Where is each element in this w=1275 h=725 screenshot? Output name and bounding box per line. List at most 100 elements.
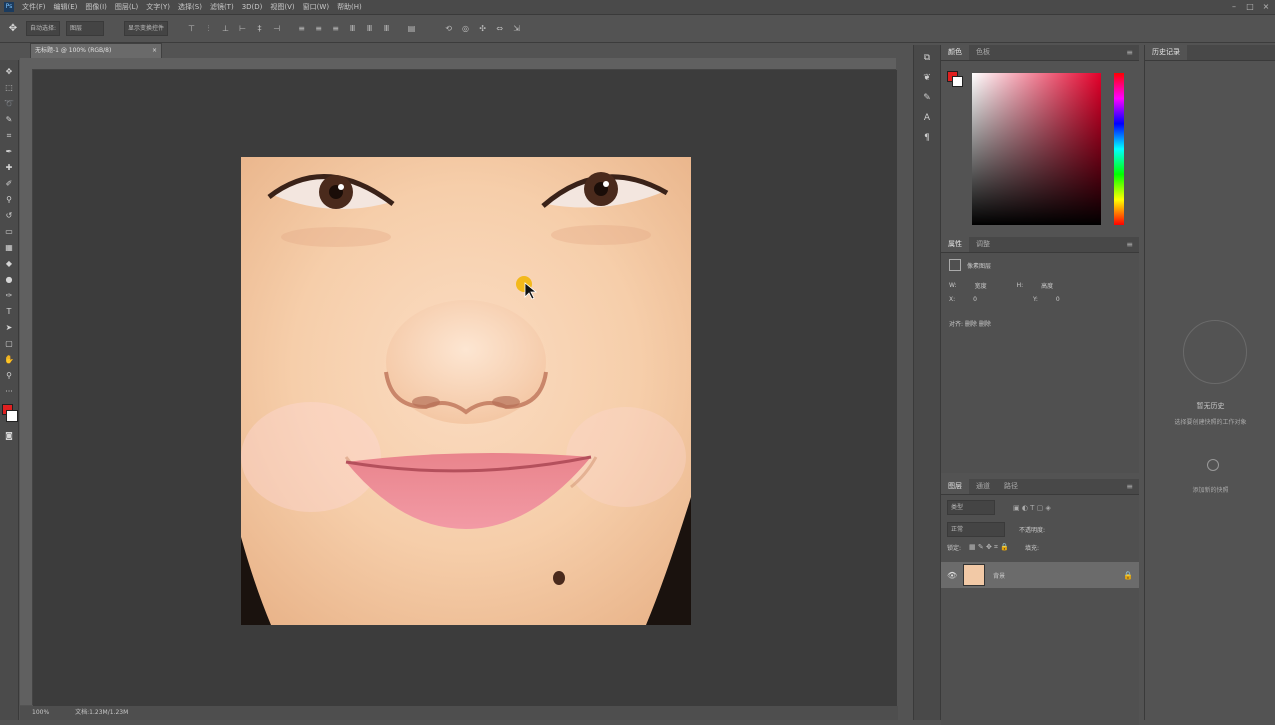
tab-paths[interactable]: 路径 (997, 479, 1025, 494)
auto-select-checkbox[interactable]: 自动选择: (26, 21, 61, 36)
bg-color-chip[interactable] (952, 76, 963, 87)
auto-align-icon[interactable]: ▤ (406, 23, 417, 34)
menu-view[interactable]: 视图(V) (270, 0, 294, 14)
menu-3d[interactable]: 3D(D) (242, 0, 263, 14)
document-image[interactable] (241, 157, 691, 625)
shape-tool-icon[interactable]: ▢ (0, 338, 18, 350)
snapshot-icon[interactable] (1207, 459, 1219, 471)
horizontal-ruler (20, 58, 896, 70)
menu-image[interactable]: 图像(I) (85, 0, 107, 14)
tab-history[interactable]: 历史记录 (1145, 45, 1187, 60)
panel-menu-icon[interactable]: ≡ (1126, 237, 1133, 252)
move-tool-icon[interactable]: ✥ (6, 22, 20, 36)
pen-tool-icon[interactable]: ✑ (0, 290, 18, 302)
menu-filter[interactable]: 滤镜(T) (210, 0, 234, 14)
3d-rotate-icon[interactable]: ⟲ (443, 23, 454, 34)
tab-properties[interactable]: 属性 (941, 237, 969, 252)
healing-brush-tool-icon[interactable]: ✚ (0, 162, 18, 174)
minimize-icon[interactable]: – (1228, 1, 1240, 13)
blur-tool-icon[interactable]: ◆ (0, 258, 18, 270)
quick-select-tool-icon[interactable]: ✎ (0, 114, 18, 126)
hue-slider[interactable] (1114, 73, 1124, 225)
3d-slide-icon[interactable]: ⇔ (494, 23, 505, 34)
hand-tool-icon[interactable]: ✋ (0, 354, 18, 366)
history-brush-tool-icon[interactable]: ↺ (0, 210, 18, 222)
marquee-tool-icon[interactable]: ⬚ (0, 82, 18, 94)
h-value[interactable]: 高度 (1041, 281, 1053, 290)
paragraph-panel-icon[interactable]: ¶ (920, 131, 934, 145)
menu-edit[interactable]: 编辑(E) (54, 0, 78, 14)
layer-visibility-eye-icon[interactable]: 👁 (947, 571, 957, 580)
clone-stamp-tool-icon[interactable]: ⚲ (0, 194, 18, 206)
brush-panel-icon[interactable]: ✎ (920, 91, 934, 105)
3d-pan-icon[interactable]: ✣ (477, 23, 488, 34)
align-left-icon[interactable]: ⊢ (237, 23, 248, 34)
panel-menu-icon[interactable]: ≡ (1126, 479, 1133, 494)
crop-tool-icon[interactable]: ⌗ (0, 130, 18, 142)
lock-icons[interactable]: ▦ ✎ ✥ ⌗ 🔒 (969, 543, 1009, 552)
target-select[interactable]: 图层 (66, 21, 105, 36)
menu-file[interactable]: 文件(F) (22, 0, 46, 14)
layer-row-background[interactable]: 👁 背景 🔒 (941, 562, 1139, 588)
x-value[interactable]: 0 (973, 296, 977, 303)
tab-layers[interactable]: 图层 (941, 479, 969, 494)
distribute-right-icon[interactable]: Ⅲ (381, 23, 392, 34)
3d-scale-icon[interactable]: ⇲ (511, 23, 522, 34)
show-transform-checkbox[interactable]: 显示变换控件 (124, 21, 169, 36)
dodge-tool-icon[interactable]: ● (0, 274, 18, 286)
menu-select[interactable]: 选择(S) (178, 0, 202, 14)
document-tab-title: 无标题-1 @ 100% (RGB/8) (35, 47, 112, 54)
align-bottom-icon[interactable]: ⊥ (220, 23, 231, 34)
layer-filter-select[interactable]: 类型 (947, 500, 995, 515)
eraser-tool-icon[interactable]: ▭ (0, 226, 18, 238)
eyedropper-tool-icon[interactable]: ✒ (0, 146, 18, 158)
maximize-icon[interactable]: □ (1244, 1, 1256, 13)
y-value[interactable]: 0 (1056, 296, 1060, 303)
background-color-swatch[interactable] (6, 410, 18, 422)
lasso-tool-icon[interactable]: ➰ (0, 98, 18, 110)
h-label: H: (1016, 282, 1024, 289)
align-right-icon[interactable]: ⊣ (271, 23, 282, 34)
saturation-brightness-field[interactable] (972, 73, 1101, 225)
tab-adjustments[interactable]: 调整 (969, 237, 997, 252)
history-panel-icon[interactable]: ⧉ (920, 51, 934, 65)
tab-swatches[interactable]: 色板 (969, 45, 997, 60)
panel-menu-icon[interactable]: ≡ (1126, 45, 1133, 60)
layer-lock-icon: 🔒 (1123, 570, 1133, 580)
path-select-tool-icon[interactable]: ➤ (0, 322, 18, 334)
distribute-top-icon[interactable]: ≡ (296, 23, 307, 34)
move-tool-icon[interactable]: ✥ (0, 66, 18, 78)
tab-channels[interactable]: 通道 (969, 479, 997, 494)
3d-roll-icon[interactable]: ◎ (460, 23, 471, 34)
gradient-tool-icon[interactable]: ▦ (0, 242, 18, 254)
layer-name[interactable]: 背景 (993, 571, 1005, 580)
align-middle-icon[interactable]: ⫶ (203, 23, 214, 34)
close-window-icon[interactable]: × (1260, 1, 1272, 13)
tab-color[interactable]: 颜色 (941, 45, 969, 60)
filter-icons[interactable]: ▣ ◐ T ▢ ◈ (1013, 504, 1051, 512)
document-tab[interactable]: 无标题-1 @ 100% (RGB/8) × (30, 43, 162, 58)
distribute-bottom-icon[interactable]: ≡ (330, 23, 341, 34)
character-panel-icon[interactable]: A (920, 111, 934, 125)
3d-mode-buttons: ⟲ ◎ ✣ ⇔ ⇲ (443, 23, 528, 34)
type-tool-icon[interactable]: T (0, 306, 18, 318)
zoom-tool-icon[interactable]: ⚲ (0, 370, 18, 382)
w-value[interactable]: 宽度 (975, 281, 987, 290)
zoom-level[interactable]: 100% (20, 706, 49, 720)
close-document-icon[interactable]: × (152, 44, 157, 58)
menu-layer[interactable]: 图层(L) (115, 0, 138, 14)
distribute-center-icon[interactable]: Ⅲ (364, 23, 375, 34)
menu-window[interactable]: 窗口(W) (303, 0, 329, 14)
menu-help[interactable]: 帮助(H) (337, 0, 362, 14)
brush-tool-icon[interactable]: ✐ (0, 178, 18, 190)
more-tools-icon[interactable]: ··· (0, 386, 18, 398)
quick-mask-icon[interactable]: ◙ (0, 430, 18, 442)
menu-type[interactable]: 文字(Y) (146, 0, 170, 14)
brush-settings-icon[interactable]: ❦ (920, 71, 934, 85)
distribute-middle-icon[interactable]: ≡ (313, 23, 324, 34)
align-top-icon[interactable]: ⊤ (186, 23, 197, 34)
align-center-icon[interactable]: ‡ (254, 23, 265, 34)
lock-label: 锁定: (947, 545, 962, 552)
blend-mode-select[interactable]: 正常 (947, 522, 1005, 537)
distribute-left-icon[interactable]: Ⅲ (347, 23, 358, 34)
